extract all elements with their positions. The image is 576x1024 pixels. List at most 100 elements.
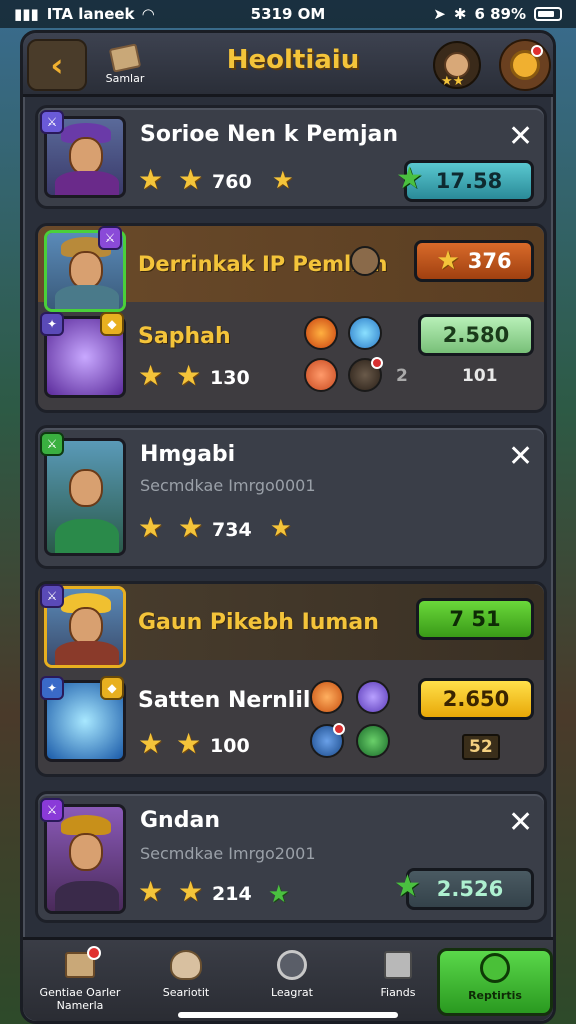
player-name: Sorioe Nen k Pemjan <box>140 122 399 147</box>
back-button[interactable]: ‹ <box>27 39 87 91</box>
beast-orb-icon <box>304 358 338 392</box>
rank-badge-icon: ⚔ <box>98 226 122 250</box>
star-icon: ★ <box>178 875 204 908</box>
shadow-orb-icon <box>348 357 383 392</box>
wifi-icon: ◠ <box>142 5 155 23</box>
item-badge-icon: ✦ <box>40 676 64 700</box>
gear-icon <box>478 951 512 985</box>
nav-item-search[interactable]: Seariotit <box>133 948 239 1016</box>
rank-badge-icon: ⚔ <box>40 110 64 134</box>
item-extra: 52 <box>462 734 500 760</box>
bluetooth-icon: ✱ <box>453 5 467 23</box>
star-icon: ★ <box>176 727 202 760</box>
carrier-label: ITA laneek <box>46 5 135 23</box>
close-icon[interactable]: ✕ <box>508 442 533 472</box>
signal-icon: ▮▮▮ <box>14 5 39 23</box>
rank-badge-icon: ⚔ <box>40 584 64 608</box>
item-name: Satten Nernliler <box>138 688 337 713</box>
star-icon: ★ <box>436 246 460 276</box>
featured-card[interactable]: ⚔ Gaun Pikebh Iuman 7 51 ✦ ◆ Satten Nern… <box>35 581 547 777</box>
item-badge-icon: ◆ <box>100 312 124 336</box>
rank-badge-icon: ⚔ <box>40 798 64 822</box>
item-score: 100 <box>210 735 250 757</box>
player-score: 760 <box>212 171 252 193</box>
item-value: 2.580 <box>442 323 510 347</box>
shell-icon <box>169 948 203 982</box>
home-indicator <box>178 1012 398 1018</box>
green-star-icon: ★ <box>394 869 421 904</box>
nav-item-crate[interactable]: Gentiae Oarler Namerla <box>27 946 133 1016</box>
nature-orb-icon <box>356 724 390 758</box>
player-card[interactable]: ⚔ Sorioe Nen k Pemjan ★ ★ 760 ★ ✕ 17.58 … <box>35 105 547 209</box>
main-panel: ‹ Samlar Heoltiaiu ★★ ⚔ Sorioe Nen k Pem… <box>20 30 556 1024</box>
notification-dot-icon <box>531 45 543 57</box>
header: ‹ Samlar Heoltiaiu ★★ <box>23 33 553 97</box>
clock: 5319 OM <box>250 5 326 23</box>
star-icon: ★ <box>178 163 204 196</box>
coin-icon <box>350 246 380 276</box>
nav-label: Gentiae Oarler Namerla <box>39 986 121 1012</box>
badge-pill[interactable]: 7 51 <box>416 598 534 640</box>
star-icon: ★ <box>272 166 294 194</box>
nav-label: Seariotit <box>162 986 210 999</box>
compass-icon <box>275 948 309 982</box>
water-orb-icon <box>348 316 382 350</box>
nav-item-friends[interactable]: Fiands <box>345 948 451 1016</box>
chevron-left-icon: ‹ <box>50 46 64 84</box>
settings-button[interactable] <box>499 39 551 91</box>
pill-value: 2.526 <box>436 877 504 901</box>
badge-value: 7 51 <box>449 607 501 631</box>
item-value: 2.650 <box>442 687 510 711</box>
pill-value: 17.58 <box>435 169 503 193</box>
water-orb-icon <box>310 723 345 758</box>
featured-card[interactable]: ⚔ Derrinkak IP Pemlian ★ 376 ✦ ◆ Saphah … <box>35 223 547 413</box>
item-mark: 2 <box>396 366 408 386</box>
featured-name: Gaun Pikebh Iuman <box>138 610 379 635</box>
player-subtitle: Secmdkae Imrgo0001 <box>140 476 316 495</box>
close-icon[interactable]: ✕ <box>508 808 533 838</box>
player-card[interactable]: ⚔ Gndan Secmdkae Imrgo2001 ★ ★ 214 ★ ✕ 2… <box>35 791 547 923</box>
star-icon: ★ <box>138 727 164 760</box>
item-value-pill[interactable]: 2.650 <box>418 678 534 720</box>
fire-orb-icon <box>304 316 338 350</box>
crystal-orb-icon <box>356 680 390 714</box>
item-badge-icon: ✦ <box>40 312 64 336</box>
battery-icon <box>534 7 562 21</box>
box-icon <box>381 948 415 982</box>
nav-item-reports[interactable]: Reptirtis <box>437 948 553 1016</box>
star-icon: ★ <box>176 359 202 392</box>
player-score: 214 <box>212 883 252 905</box>
star-icon: ★ <box>138 875 164 908</box>
battery-percent: 6 89% <box>474 5 526 23</box>
star-icon: ★ <box>178 511 204 544</box>
item-name: Saphah <box>138 324 231 349</box>
nav-label: Reptirtis <box>468 989 522 1002</box>
item-score: 130 <box>210 367 250 389</box>
star-icon: ★ <box>270 514 292 542</box>
badge-pill[interactable]: ★ 376 <box>414 240 534 282</box>
item-extra: 101 <box>462 366 498 386</box>
badge-value: 376 <box>467 249 512 273</box>
player-subtitle: Secmdkae Imrgo2001 <box>140 844 316 863</box>
nav-label: Fiands <box>380 986 416 999</box>
value-pill[interactable]: 17.58 <box>404 160 534 202</box>
item-badge-icon: ◆ <box>100 676 124 700</box>
star-icon: ★ <box>138 163 164 196</box>
close-icon[interactable]: ✕ <box>508 122 533 152</box>
value-pill[interactable]: 2.526 <box>406 868 534 910</box>
star-icon: ★ <box>138 511 164 544</box>
item-value-pill[interactable]: 2.580 <box>418 314 534 356</box>
player-name: Gndan <box>140 808 220 833</box>
nav-label: Leagrat <box>270 986 313 999</box>
location-icon: ➤ <box>433 5 446 23</box>
player-card[interactable]: ⚔ Hmgabi Secmdkae Imrgo0001 ★ ★ 734 ★ ✕ <box>35 425 547 569</box>
beast-orb-icon <box>310 680 344 714</box>
player-score: 734 <box>212 519 252 541</box>
nav-item-league[interactable]: Leagrat <box>239 948 345 1016</box>
star-icon: ★ <box>138 359 164 392</box>
green-star-icon: ★ <box>268 880 290 908</box>
avatar-stars-icon: ★★ <box>441 74 465 89</box>
shop-button[interactable]: Samlar <box>97 39 153 91</box>
profile-avatar[interactable]: ★★ <box>433 41 481 89</box>
box-icon <box>108 42 142 73</box>
